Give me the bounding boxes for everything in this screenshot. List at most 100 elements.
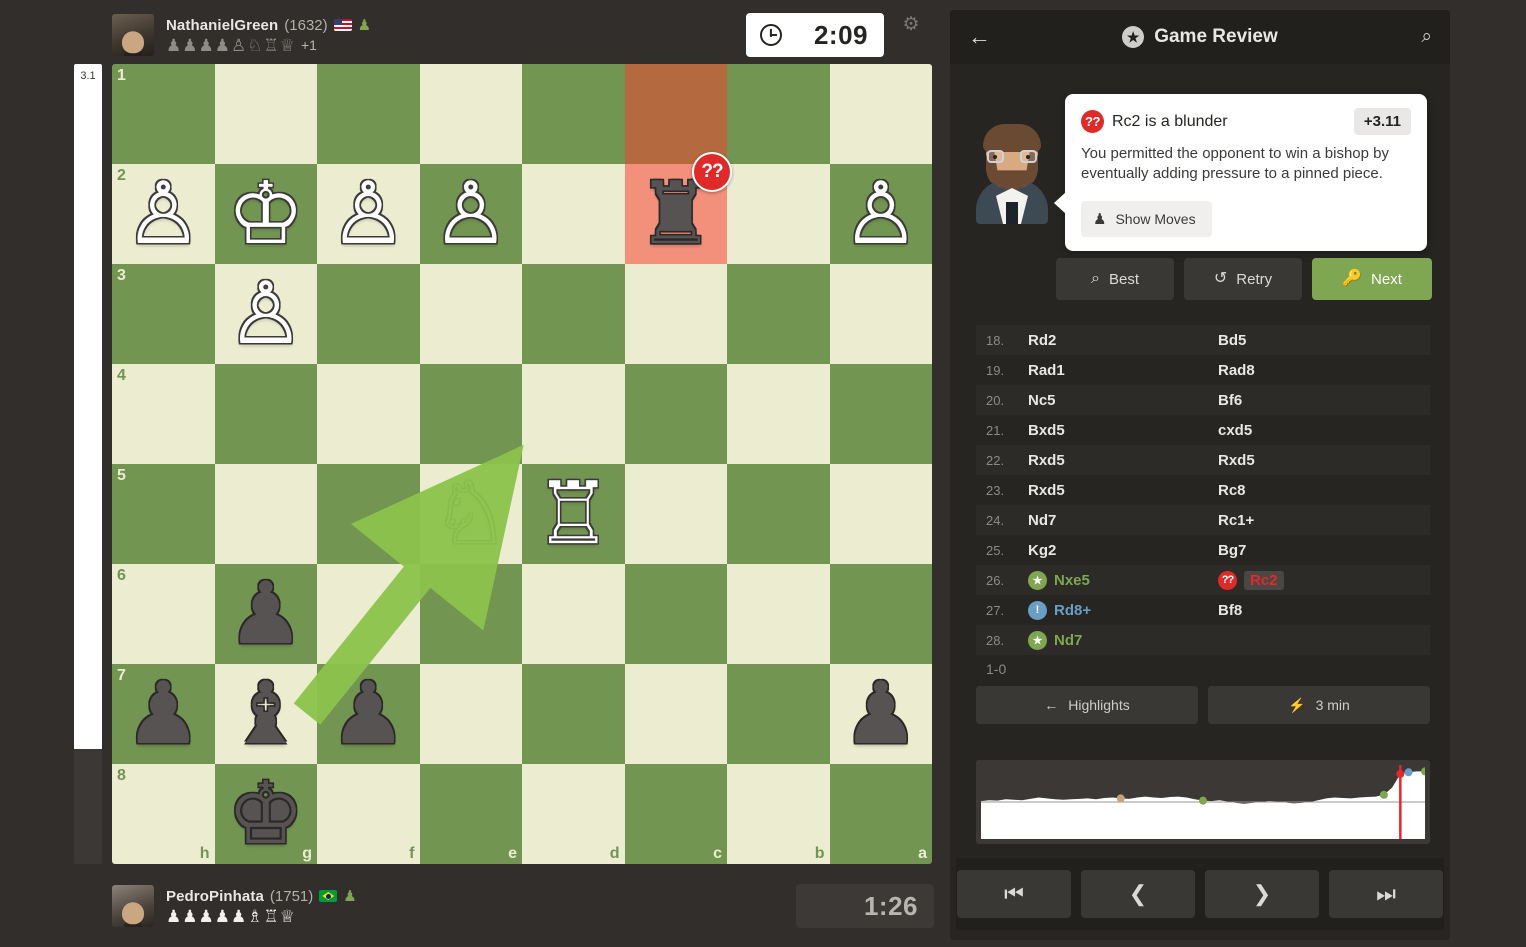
move-row[interactable]: 21. Bxd5 cxd5: [976, 415, 1430, 445]
board-square-c5[interactable]: [624, 464, 727, 564]
board-square-a5[interactable]: [829, 464, 932, 564]
move-black[interactable]: Bf8: [1218, 602, 1408, 619]
move-white[interactable]: ★ Nxe5: [1028, 570, 1218, 590]
gear-icon[interactable]: ⚙: [902, 15, 920, 34]
board-square-h8[interactable]: 8h: [112, 764, 215, 864]
retry-button[interactable]: ↺ Retry: [1184, 258, 1302, 300]
move-black[interactable]: Bg7: [1218, 542, 1408, 559]
board-square-f8[interactable]: f: [317, 764, 420, 864]
chess-piece[interactable]: ♙: [215, 264, 318, 364]
move-black[interactable]: cxd5: [1218, 422, 1408, 439]
board-square-c1[interactable]: [624, 64, 727, 164]
board-square-a7[interactable]: ♟: [829, 664, 933, 764]
move-white[interactable]: Kg2: [1028, 542, 1218, 559]
move-row[interactable]: 25. Kg2 Bg7: [976, 535, 1430, 565]
board-square-h1[interactable]: 1: [112, 64, 215, 164]
first-move-button[interactable]: ⏮: [957, 870, 1071, 918]
move-white[interactable]: Rxd5: [1028, 482, 1218, 499]
chess-board[interactable]: 1 2 ♙ ♔ ♙ ♙ ♜ ♙ 3 ♙ 4 5 ♘ ♖ 6 ♟ 7 ♟ ♝ ♟ ♟ 8 h g ♚ f e d c b a: [112, 64, 932, 864]
board-square-a2[interactable]: ♙: [829, 164, 933, 264]
board-square-g5[interactable]: [214, 464, 317, 564]
board-square-h2[interactable]: 2 ♙: [112, 164, 215, 264]
board-square-b7[interactable]: [727, 664, 830, 764]
best-button[interactable]: ⌕ Best: [1056, 258, 1174, 300]
move-white[interactable]: ★ Nd7: [1028, 630, 1218, 650]
move-black[interactable]: Bd5: [1218, 332, 1408, 349]
board-square-b5[interactable]: [727, 464, 830, 564]
evaluation-graph[interactable]: [976, 760, 1430, 844]
move-row[interactable]: 22. Rxd5 Rxd5: [976, 445, 1430, 475]
move-black[interactable]: Rxd5: [1218, 452, 1408, 469]
time-control-button[interactable]: ⚡ 3 min: [1208, 686, 1430, 724]
board-square-b3[interactable]: [727, 264, 830, 364]
board-square-h4[interactable]: 4: [112, 364, 215, 464]
board-square-g1[interactable]: [214, 64, 317, 164]
board-square-c4[interactable]: [624, 364, 727, 464]
board-square-h5[interactable]: 5: [112, 464, 215, 564]
move-black[interactable]: ?? Rc2: [1218, 570, 1408, 590]
chess-piece[interactable]: ♔: [215, 164, 318, 264]
board-square-d6[interactable]: [522, 564, 625, 664]
move-row[interactable]: 28. ★ Nd7: [976, 625, 1430, 655]
chess-piece[interactable]: ♟: [112, 664, 215, 764]
back-arrow-icon[interactable]: ←: [968, 25, 991, 49]
graph-marker-excellent[interactable]: [1404, 768, 1413, 777]
board-square-d3[interactable]: [522, 264, 625, 364]
board-square-g3[interactable]: ♙: [214, 264, 318, 364]
board-square-f4[interactable]: [317, 364, 420, 464]
board-square-f7[interactable]: ♟: [317, 664, 420, 764]
next-button[interactable]: 🔑 Next: [1312, 258, 1432, 300]
move-black[interactable]: Rc8: [1218, 482, 1408, 499]
board-square-b1[interactable]: [727, 64, 830, 164]
board-square-d5[interactable]: ♖: [522, 464, 625, 564]
move-black[interactable]: Bf6: [1218, 392, 1408, 409]
move-row[interactable]: 20. Nc5 Bf6: [976, 385, 1430, 415]
board-square-h3[interactable]: 3: [112, 264, 215, 364]
avatar[interactable]: [112, 885, 154, 927]
move-row[interactable]: 26. ★ Nxe5?? Rc2: [976, 565, 1430, 595]
chess-piece[interactable]: ♙: [420, 164, 523, 264]
board-square-a8[interactable]: a: [829, 764, 932, 864]
chess-piece[interactable]: ♚: [215, 764, 318, 864]
move-row[interactable]: 18. Rd2 Bd5: [976, 325, 1430, 355]
board-square-d2[interactable]: [522, 164, 625, 264]
board-square-d7[interactable]: [522, 664, 625, 764]
board-square-a1[interactable]: [829, 64, 932, 164]
player-name[interactable]: NathanielGreen: [166, 17, 278, 34]
board-square-g2[interactable]: ♔: [214, 164, 318, 264]
board-square-d4[interactable]: [522, 364, 625, 464]
board-square-a4[interactable]: [829, 364, 932, 464]
chess-piece[interactable]: ♙: [830, 164, 933, 264]
board-square-f1[interactable]: [317, 64, 420, 164]
board-square-b4[interactable]: [727, 364, 830, 464]
board-square-f5[interactable]: [317, 464, 420, 564]
graph-marker-good[interactable]: [1379, 790, 1388, 799]
chess-piece[interactable]: ♟: [215, 564, 318, 664]
board-square-b6[interactable]: [727, 564, 830, 664]
move-row[interactable]: 27.! Rd8+ Bf8: [976, 595, 1430, 625]
chess-piece[interactable]: ♟: [317, 664, 420, 764]
board-square-g6[interactable]: ♟: [214, 564, 318, 664]
move-white[interactable]: ! Rd8+: [1028, 600, 1218, 620]
board-square-d1[interactable]: [522, 64, 625, 164]
board-square-e1[interactable]: [419, 64, 522, 164]
show-moves-button[interactable]: ♟ Show Moves: [1081, 200, 1212, 237]
board-square-e7[interactable]: [419, 664, 522, 764]
board-square-f6[interactable]: [317, 564, 420, 664]
chess-piece[interactable]: ♙: [112, 164, 215, 264]
chess-piece[interactable]: ♘: [420, 464, 523, 564]
chess-piece[interactable]: ♟: [830, 664, 933, 764]
evaluation-bar[interactable]: 3.1: [74, 64, 102, 864]
board-square-e8[interactable]: e: [419, 764, 522, 864]
board-square-c7[interactable]: [624, 664, 727, 764]
move-white[interactable]: Rxd5: [1028, 452, 1218, 469]
board-square-g7[interactable]: ♝: [214, 664, 317, 764]
move-white[interactable]: Nc5: [1028, 392, 1218, 409]
graph-marker-blunder[interactable]: [1396, 770, 1405, 779]
board-square-e6[interactable]: [419, 564, 522, 664]
board-square-g4[interactable]: [214, 364, 317, 464]
board-square-f2[interactable]: ♙: [317, 164, 420, 264]
graph-marker-inaccuracy[interactable]: [1116, 794, 1125, 803]
board-square-a3[interactable]: [829, 264, 932, 364]
player-name[interactable]: PedroPinhata: [166, 888, 264, 905]
